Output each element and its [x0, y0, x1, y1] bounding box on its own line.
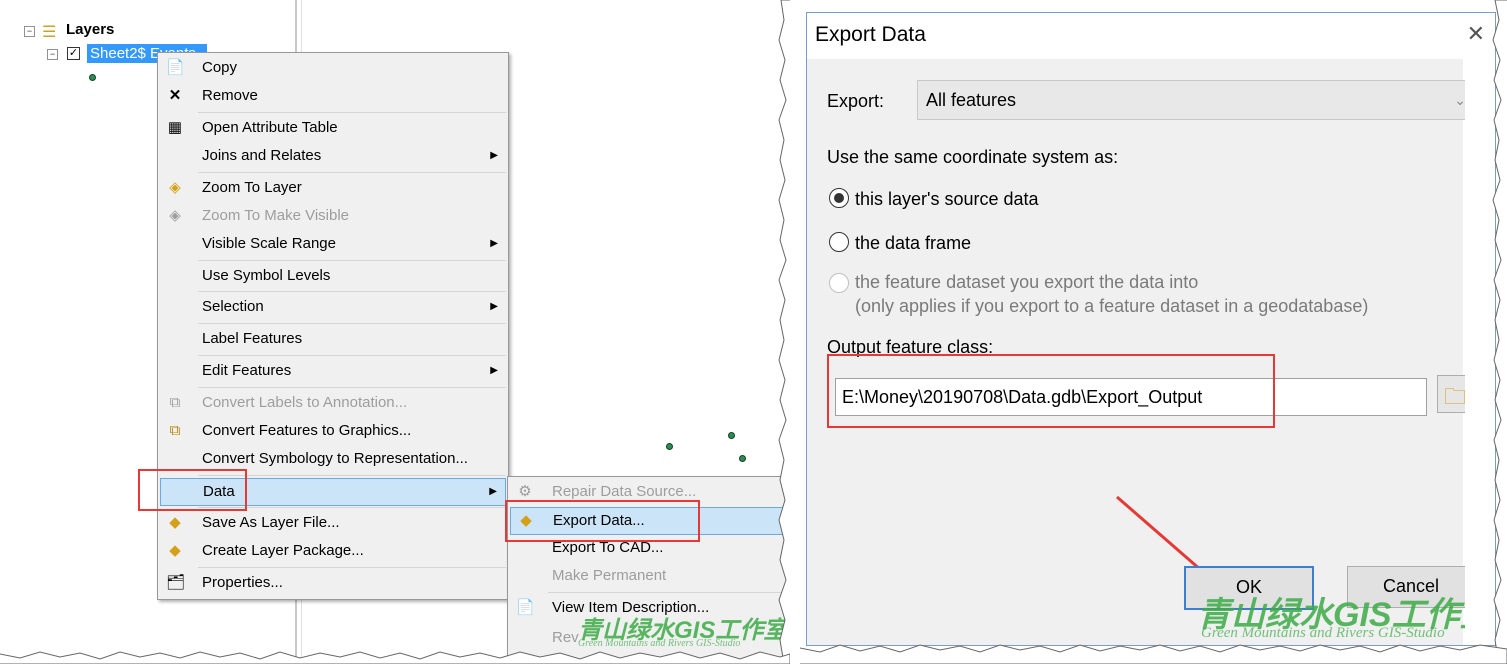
layers-icon: ☰	[42, 24, 57, 41]
menu-item-open-attribute-table[interactable]: ▦ Open Attribute Table	[160, 115, 506, 141]
layer-context-menu: 📄 Copy ✕ Remove ▦ Open Attribute Table J…	[157, 52, 509, 600]
convert-labels-icon: ⧉	[169, 394, 181, 411]
layers-root-label[interactable]: Layers	[66, 21, 114, 38]
dialog-body: Export: All features ⌄ Use the same coor…	[807, 59, 1494, 645]
menu-item-edit-features[interactable]: Edit Features ▶	[160, 358, 506, 384]
menu-item-selection[interactable]: Selection ▶	[160, 294, 506, 320]
map-point	[728, 432, 735, 439]
radio-feature-dataset	[829, 273, 849, 293]
dialog-title: Export Data	[815, 23, 926, 46]
torn-edge-right-dialog	[1492, 0, 1507, 664]
export-label: Export:	[827, 91, 885, 111]
layer-file-icon: ◆	[169, 514, 181, 531]
radio-feature-dataset-label: the feature dataset you export the data …	[855, 272, 1199, 292]
collapse-layers-icon[interactable]: −	[24, 26, 35, 37]
layer-package-icon: ◆	[169, 542, 181, 559]
radio-feature-dataset-note: (only applies if you export to a feature…	[855, 296, 1369, 316]
submenu-arrow-icon: ▶	[489, 486, 497, 497]
menu-item-zoom-to-layer[interactable]: ◈ Zoom To Layer	[160, 175, 506, 201]
map-point	[739, 455, 746, 462]
table-icon: ▦	[167, 119, 183, 136]
submenu-arrow-icon: ▶	[490, 238, 498, 249]
export-select[interactable]: All features ⌄	[917, 80, 1477, 120]
menu-item-zoom-make-visible: ◈ Zoom To Make Visible	[160, 203, 506, 229]
collapse-layer-icon[interactable]: −	[47, 49, 58, 60]
menu-item-convert-features-graphics[interactable]: ⧉ Convert Features to Graphics...	[160, 418, 506, 444]
menu-item-create-layer-package[interactable]: ◆ Create Layer Package...	[160, 538, 506, 564]
menu-item-make-permanent: Make Permanent	[552, 567, 667, 584]
menu-item-properties[interactable]: 🗂 Properties...	[160, 570, 506, 596]
radio-data-frame[interactable]	[829, 232, 849, 252]
radio-source-data-label: this layer's source data	[855, 189, 1039, 209]
map-point	[666, 443, 673, 450]
menu-item-copy[interactable]: 📄 Copy	[160, 55, 506, 81]
menu-item-joins-relates[interactable]: Joins and Relates ▶	[160, 143, 506, 169]
zoom-visible-icon: ◈	[169, 207, 181, 224]
radio-source-data[interactable]	[829, 188, 849, 208]
layer-visibility-checkbox[interactable]: ✓	[67, 47, 80, 60]
item-description-icon: 📄	[516, 599, 535, 616]
submenu-arrow-icon: ▶	[490, 301, 498, 312]
menu-item-remove[interactable]: ✕ Remove	[160, 83, 506, 109]
annotation-box-export-data	[505, 500, 700, 542]
point-symbol-icon	[89, 74, 96, 81]
menu-item-use-symbol-levels[interactable]: Use Symbol Levels	[160, 263, 506, 289]
menu-item-visible-scale-range[interactable]: Visible Scale Range ▶	[160, 231, 506, 257]
torn-edge-bottom-dialog	[800, 644, 1507, 664]
torn-edge-bottom	[0, 651, 790, 664]
properties-icon: 🗂	[166, 574, 186, 591]
repair-icon: ⚙	[518, 483, 532, 500]
submenu-arrow-icon: ▶	[490, 365, 498, 376]
torn-edge-right	[778, 0, 790, 664]
radio-data-frame-label: the data frame	[855, 233, 972, 253]
menu-item-label-features[interactable]: Label Features	[160, 326, 506, 352]
close-icon[interactable]: ✕	[1467, 21, 1485, 47]
submenu-arrow-icon: ▶	[490, 150, 498, 161]
menu-item-convert-labels: ⧉ Convert Labels to Annotation...	[160, 390, 506, 416]
folder-icon: 🗀	[1444, 384, 1467, 409]
arcmap-toc-panel: − ☰ Layers − ✓ Sheet2$ Events 📄 Copy ✕ R…	[0, 0, 790, 664]
coordinate-system-label: Use the same coordinate system as:	[827, 147, 1119, 167]
copy-icon: 📄	[166, 59, 185, 76]
annotation-box-data	[138, 469, 247, 511]
remove-x-icon: ✕	[168, 87, 182, 104]
convert-graphics-icon: ⧉	[169, 422, 181, 439]
menu-item-save-layer-file[interactable]: ◆ Save As Layer File...	[160, 510, 506, 536]
annotation-box-output	[827, 354, 1275, 428]
zoom-layer-icon: ◈	[169, 179, 181, 196]
export-data-dialog: Export Data ✕ Export: All features ⌄ Use…	[806, 12, 1496, 646]
